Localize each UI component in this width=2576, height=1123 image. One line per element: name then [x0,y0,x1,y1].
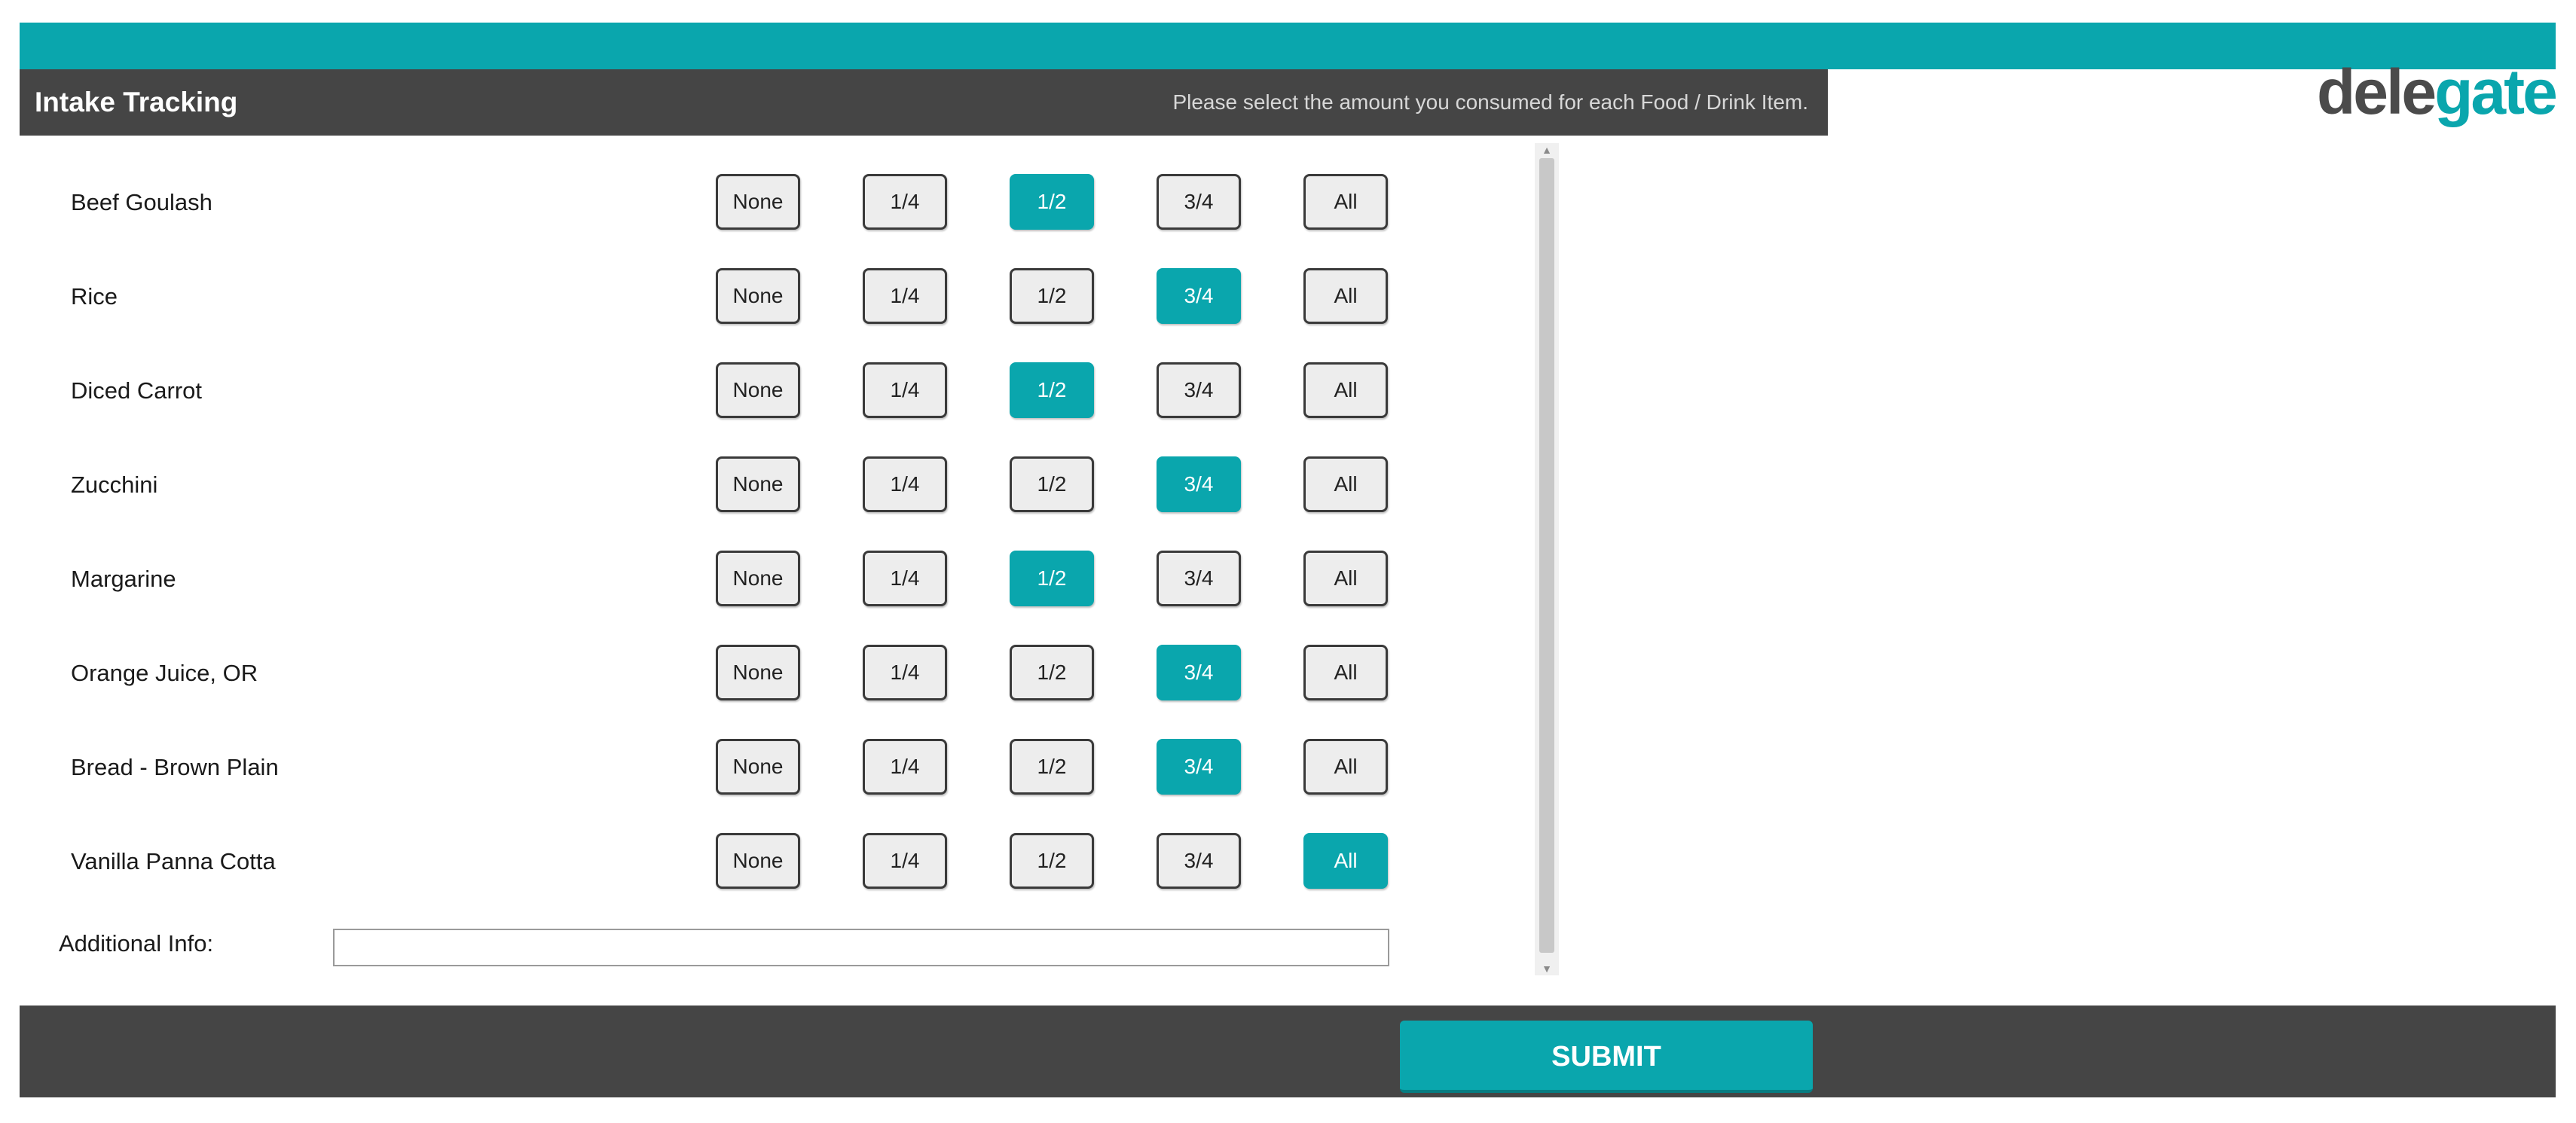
option-3-4-button[interactable]: 3/4 [1157,174,1241,230]
option-1-2-button[interactable]: 1/2 [1010,833,1094,889]
footer-bar [20,1006,2556,1097]
option-1-2-button[interactable]: 1/2 [1010,362,1094,418]
item-name-zucchini: Zucchini [71,471,158,498]
option-all-button[interactable]: All [1303,174,1388,230]
option-all-button[interactable]: All [1303,268,1388,324]
option-all-button[interactable]: All [1303,833,1388,889]
option-1-2-button[interactable]: 1/2 [1010,174,1094,230]
delegate-logo: delegate [2317,60,2558,124]
option-3-4-button[interactable]: 3/4 [1157,456,1241,512]
page-title: Intake Tracking [35,87,238,117]
instruction-text: Please select the amount you consumed fo… [1172,90,1808,114]
option-all-button[interactable]: All [1303,551,1388,606]
option-none-button[interactable]: None [716,551,800,606]
option-1-2-button[interactable]: 1/2 [1010,645,1094,700]
option-none-button[interactable]: None [716,739,800,795]
item-name-orange-juice-or: Orange Juice, OR [71,660,258,686]
header-bar: Intake Tracking Please select the amount… [20,69,1828,136]
option-all-button[interactable]: All [1303,456,1388,512]
submit-button[interactable]: SUBMIT [1400,1021,1813,1093]
option-all-button[interactable]: All [1303,362,1388,418]
option-1-4-button[interactable]: 1/4 [863,833,947,889]
option-all-button[interactable]: All [1303,645,1388,700]
option-3-4-button[interactable]: 3/4 [1157,739,1241,795]
option-1-4-button[interactable]: 1/4 [863,174,947,230]
option-3-4-button[interactable]: 3/4 [1157,645,1241,700]
additional-info-label: Additional Info: [59,930,214,957]
logo-part-1: dele [2317,56,2437,127]
option-none-button[interactable]: None [716,268,800,324]
option-1-2-button[interactable]: 1/2 [1010,739,1094,795]
option-3-4-button[interactable]: 3/4 [1157,362,1241,418]
option-1-2-button[interactable]: 1/2 [1010,551,1094,606]
option-none-button[interactable]: None [716,456,800,512]
option-all-button[interactable]: All [1303,739,1388,795]
additional-info-field[interactable] [333,929,1389,966]
option-1-2-button[interactable]: 1/2 [1010,268,1094,324]
item-name-rice: Rice [71,283,118,310]
item-name-vanilla-panna-cotta: Vanilla Panna Cotta [71,848,276,874]
scroll-up-arrow-icon[interactable]: ▲ [1535,143,1559,157]
item-name-diced-carrot: Diced Carrot [71,377,202,404]
scroll-down-arrow-icon[interactable]: ▼ [1535,962,1559,975]
item-name-beef-goulash: Beef Goulash [71,189,212,215]
option-1-4-button[interactable]: 1/4 [863,551,947,606]
option-none-button[interactable]: None [716,362,800,418]
option-1-4-button[interactable]: 1/4 [863,739,947,795]
top-accent-bar [20,23,2556,69]
scrollbar-thumb[interactable] [1539,158,1554,953]
item-name-bread-brown-plain: Bread - Brown Plain [71,754,279,780]
option-3-4-button[interactable]: 3/4 [1157,268,1241,324]
option-1-4-button[interactable]: 1/4 [863,268,947,324]
option-3-4-button[interactable]: 3/4 [1157,833,1241,889]
item-name-margarine: Margarine [71,566,176,592]
option-3-4-button[interactable]: 3/4 [1157,551,1241,606]
option-1-4-button[interactable]: 1/4 [863,456,947,512]
option-1-4-button[interactable]: 1/4 [863,362,947,418]
option-none-button[interactable]: None [716,174,800,230]
option-1-2-button[interactable]: 1/2 [1010,456,1094,512]
option-1-4-button[interactable]: 1/4 [863,645,947,700]
logo-part-2: gate [2434,56,2558,127]
option-none-button[interactable]: None [716,833,800,889]
option-none-button[interactable]: None [716,645,800,700]
